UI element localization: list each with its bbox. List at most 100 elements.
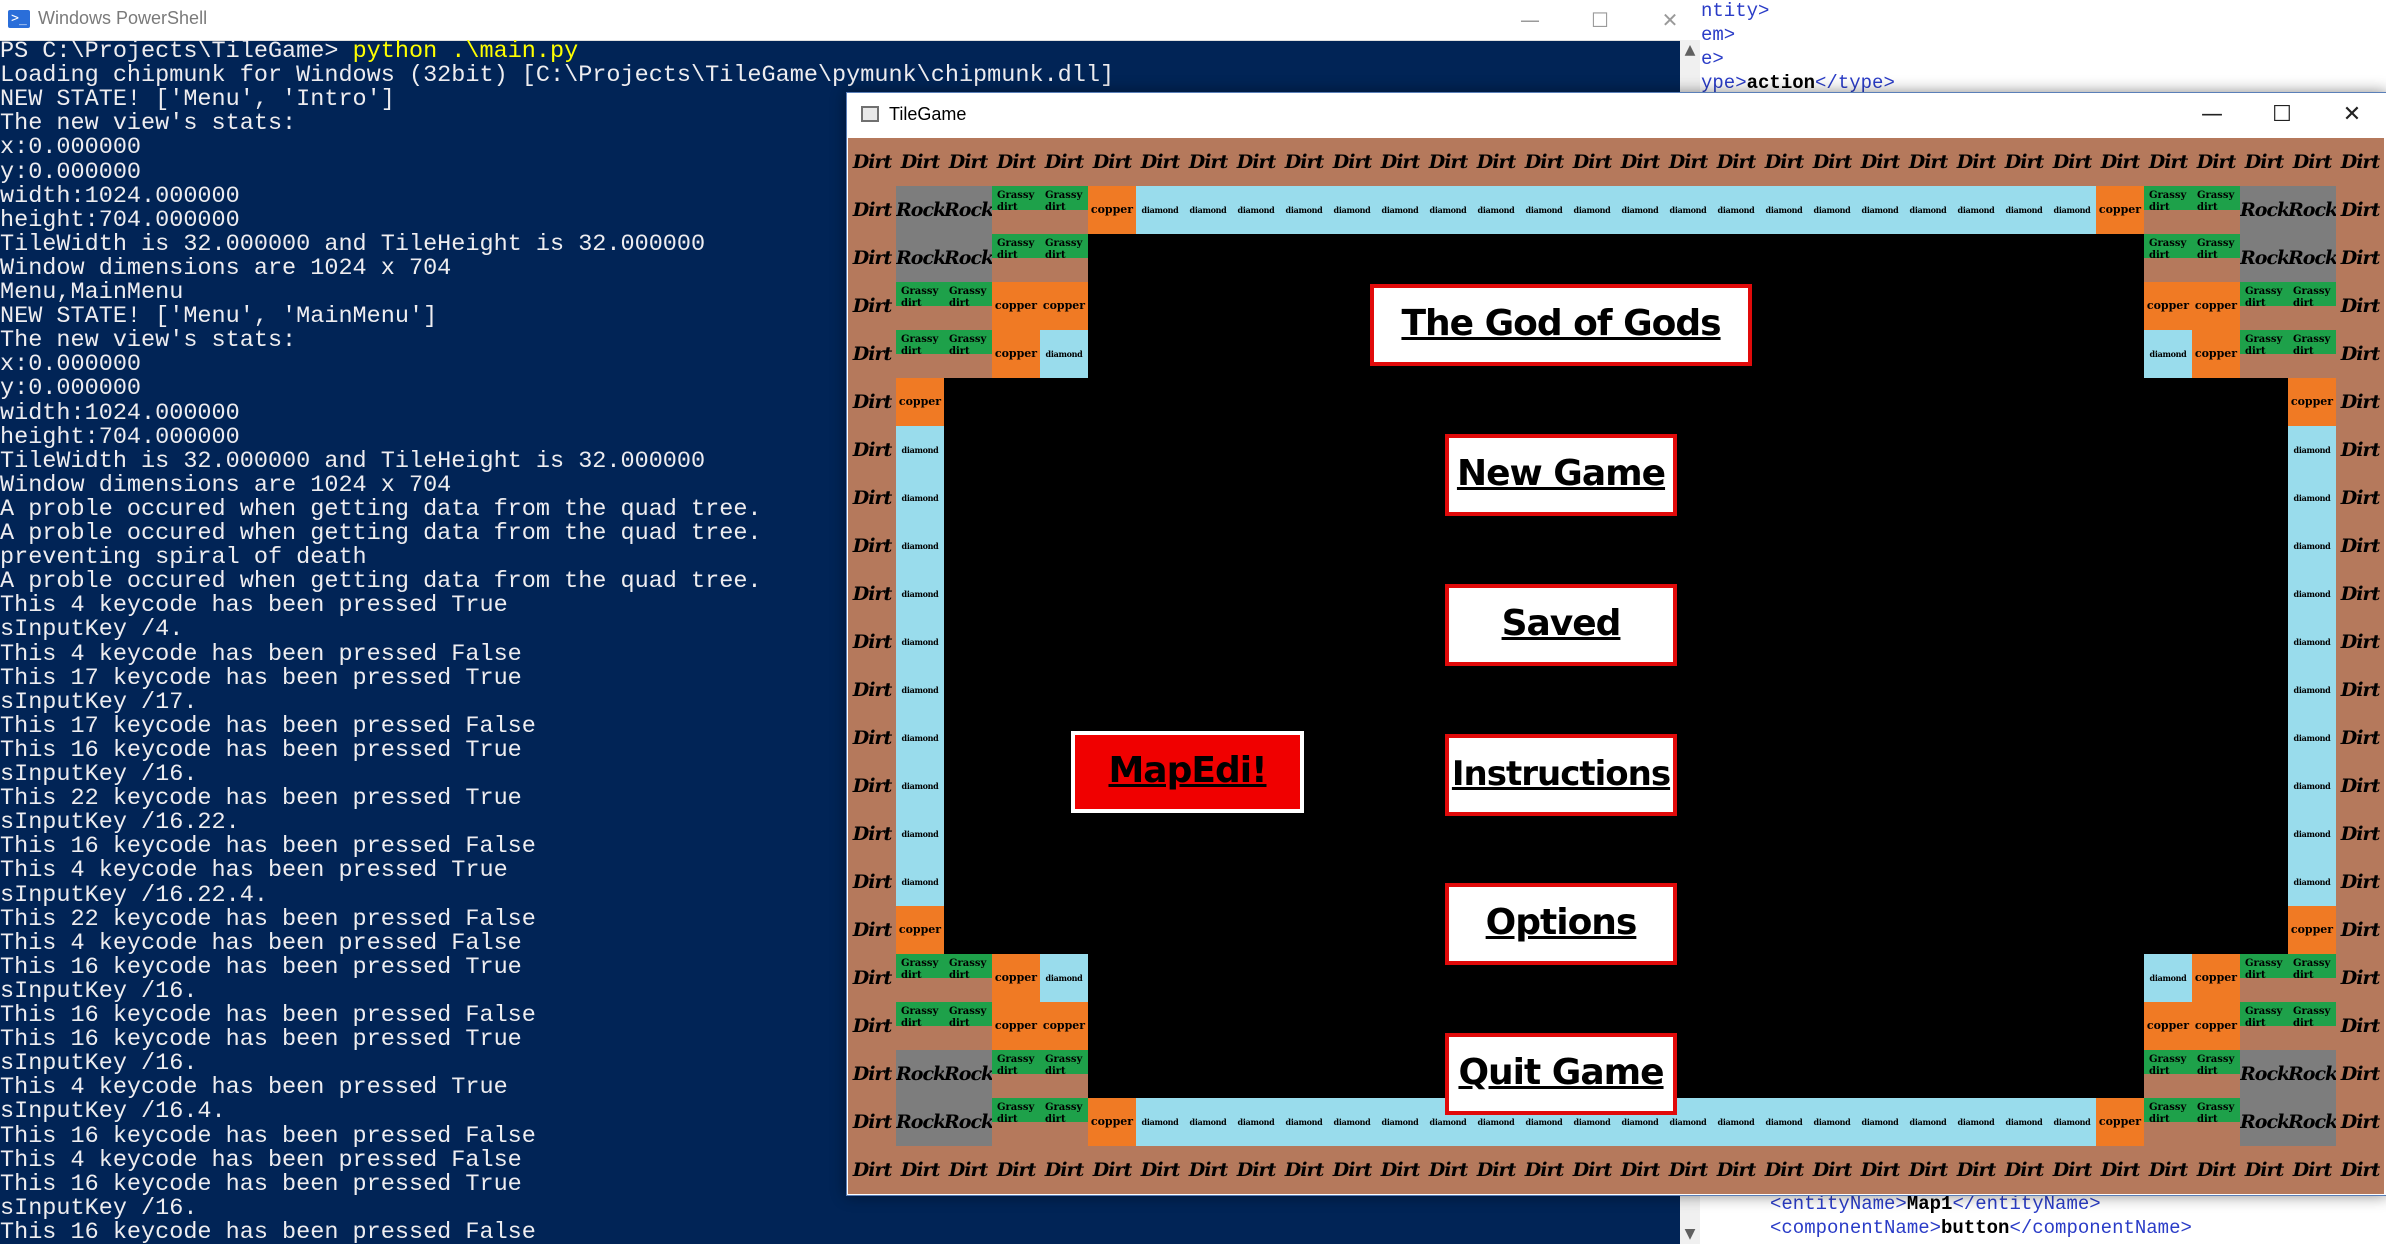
console-line: This 16 keycode has been pressed True <box>0 737 522 764</box>
diamond-tile: diamond <box>1136 186 1184 234</box>
dirt-tile: Dirt <box>1904 1146 1952 1194</box>
dirt-tile: Dirt <box>1376 138 1424 186</box>
rock-tile: Rock <box>2288 1098 2336 1146</box>
tilegame-titlebar[interactable]: TileGame — ☐ ✕ <box>847 93 2386 137</box>
dirt-tile: Dirt <box>848 810 896 858</box>
grassy-dirt-tile: Grassy dirt <box>1040 234 1088 282</box>
dirt-tile: Dirt <box>1424 138 1472 186</box>
game-canvas[interactable]: Dirt Dirt Dirt Dirt Dirt Dirt Dirt Dirt Dirt Dirt… <box>848 138 2384 1194</box>
rock-tile: Rock <box>944 186 992 234</box>
dirt-tile: Dirt <box>2048 1146 2096 1194</box>
dirt-tile: Dirt <box>944 138 992 186</box>
console-line: The new view's stats: <box>0 110 297 137</box>
minimize-button[interactable]: — <box>2177 93 2247 137</box>
console-line: NEW STATE! ['Menu', 'MainMenu'] <box>0 303 438 330</box>
console-line: This 22 keycode has been pressed True <box>0 785 522 812</box>
game-title-button[interactable]: The God of Gods <box>1370 284 1752 366</box>
dirt-tile: Dirt <box>1520 1146 1568 1194</box>
dirt-tile: Dirt <box>2336 234 2384 282</box>
dirt-tile: Dirt <box>2000 1146 2048 1194</box>
dirt-tile: Dirt <box>1376 1146 1424 1194</box>
powershell-titlebar[interactable]: >_ Windows PowerShell — ☐ ✕ <box>0 0 1700 41</box>
dirt-tile: Dirt <box>1184 138 1232 186</box>
diamond-tile: diamond <box>1232 1098 1280 1146</box>
diamond-tile: diamond <box>1184 186 1232 234</box>
instructions-button[interactable]: Instructions <box>1445 734 1677 816</box>
powershell-icon: >_ <box>8 10 30 28</box>
saved-game-button[interactable]: Saved Game <box>1445 584 1677 716</box>
diamond-tile: diamond <box>1904 186 1952 234</box>
diamond-tile: diamond <box>896 426 944 474</box>
rock-tile: Rock <box>896 234 944 282</box>
quit-game-button[interactable]: Quit Game <box>1445 1033 1677 1115</box>
copper-tile: copper <box>2288 906 2336 954</box>
copper-tile: copper <box>2192 330 2240 378</box>
grassy-dirt-tile: Grassy dirt <box>896 282 944 330</box>
close-button[interactable]: ✕ <box>2317 93 2386 137</box>
diamond-tile: diamond <box>1952 1098 2000 1146</box>
dirt-tile: Dirt <box>2336 378 2384 426</box>
dirt-tile: Dirt <box>2336 522 2384 570</box>
console-line: sInputKey /4. <box>0 616 184 643</box>
diamond-tile: diamond <box>896 762 944 810</box>
diamond-tile: diamond <box>1664 186 1712 234</box>
close-button[interactable]: ✕ <box>1635 0 1700 40</box>
grassy-dirt-tile: Grassy dirt <box>1040 1098 1088 1146</box>
minimize-button[interactable]: — <box>1495 0 1565 40</box>
console-line: This 4 keycode has been pressed False <box>0 930 522 957</box>
diamond-tile: diamond <box>2144 330 2192 378</box>
console-line: TileWidth is 32.000000 and TileHeight is… <box>0 231 706 258</box>
maximize-button[interactable]: ☐ <box>1565 0 1635 40</box>
grassy-dirt-tile: Grassy dirt <box>2240 954 2288 1002</box>
diamond-tile: diamond <box>1808 1098 1856 1146</box>
scroll-down-icon[interactable]: ▼ <box>1680 1226 1700 1242</box>
dirt-tile: Dirt <box>2336 714 2384 762</box>
console-line: This 16 keycode has been pressed True <box>0 1026 522 1053</box>
diamond-tile: diamond <box>896 474 944 522</box>
console-line: y:0.000000 <box>0 375 142 402</box>
console-line: This 16 keycode has been pressed False <box>0 833 536 860</box>
dirt-tile: Dirt <box>1040 138 1088 186</box>
dirt-tile: Dirt <box>896 1146 944 1194</box>
console-line: A proble occured when getting data from … <box>0 568 762 595</box>
dirt-tile: Dirt <box>848 378 896 426</box>
diamond-tile: diamond <box>1616 186 1664 234</box>
dirt-tile: Dirt <box>1232 138 1280 186</box>
console-line: sInputKey /16. <box>0 761 198 788</box>
diamond-tile: diamond <box>2288 762 2336 810</box>
dirt-tile: Dirt <box>2336 666 2384 714</box>
diamond-tile: diamond <box>1472 186 1520 234</box>
dirt-tile: Dirt <box>2336 762 2384 810</box>
dirt-tile: Dirt <box>1232 1146 1280 1194</box>
dirt-tile: Dirt <box>848 954 896 1002</box>
copper-tile: copper <box>2192 954 2240 1002</box>
dirt-tile: Dirt <box>1136 138 1184 186</box>
console-line: sInputKey /17. <box>0 689 198 716</box>
dirt-tile: Dirt <box>1040 1146 1088 1194</box>
dirt-tile: Dirt <box>848 138 896 186</box>
dirt-tile: Dirt <box>2000 138 2048 186</box>
new-game-button[interactable]: New Game <box>1445 434 1677 516</box>
dirt-tile: Dirt <box>848 282 896 330</box>
grassy-dirt-tile: Grassy dirt <box>2144 1098 2192 1146</box>
diamond-tile: diamond <box>2288 666 2336 714</box>
dirt-tile: Dirt <box>1664 1146 1712 1194</box>
grassy-dirt-tile: Grassy dirt <box>1040 1050 1088 1098</box>
grassy-dirt-tile: Grassy dirt <box>992 234 1040 282</box>
diamond-tile: diamond <box>896 714 944 762</box>
console-line: preventing spiral of death <box>0 544 367 571</box>
dirt-tile: Dirt <box>848 330 896 378</box>
dirt-tile: Dirt <box>1616 138 1664 186</box>
diamond-tile: diamond <box>2288 426 2336 474</box>
rock-tile: Rock <box>896 1050 944 1098</box>
dirt-tile: Dirt <box>1328 1146 1376 1194</box>
grassy-dirt-tile: Grassy dirt <box>944 330 992 378</box>
grassy-dirt-tile: Grassy dirt <box>944 1002 992 1050</box>
maximize-button[interactable]: ☐ <box>2247 93 2317 137</box>
map-edit-button[interactable]: MapEdi! <box>1071 731 1304 813</box>
console-line: Window dimensions are 1024 x 704 <box>0 255 452 282</box>
dirt-tile: Dirt <box>848 1050 896 1098</box>
options-button[interactable]: Options <box>1445 883 1677 965</box>
scroll-up-icon[interactable]: ▲ <box>1680 42 1700 58</box>
console-line: This 16 keycode has been pressed False <box>0 1002 536 1029</box>
